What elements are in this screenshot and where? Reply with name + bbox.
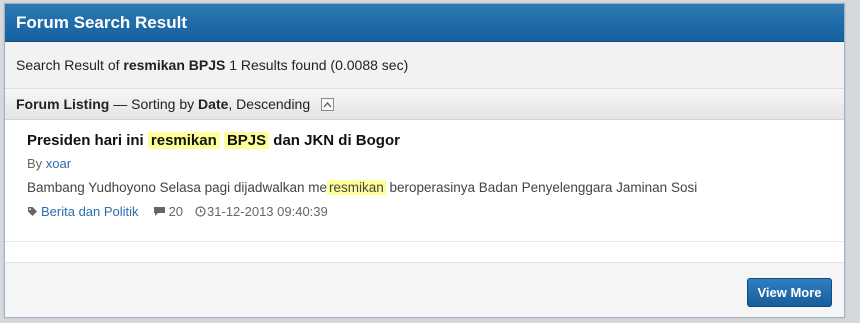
comment-icon [153,207,165,216]
result-item: Presiden hari ini resmikan BPJS dan JKN … [5,120,844,242]
result-title-link[interactable]: Presiden hari ini resmikan BPJS dan JKN … [27,131,822,151]
panel-footer: View More [5,263,844,317]
summary-prefix: Search Result of [16,57,120,73]
by-label: By [27,156,43,171]
title-highlight: resmikan [147,132,220,149]
snippet-highlight: resmikan [326,180,386,195]
clock-icon [195,206,206,217]
forum-listing-bar: Forum Listing — Sorting by Date, Descend… [5,89,844,120]
tag-icon [28,207,37,216]
category-link[interactable]: Berita dan Politik [41,203,139,220]
panel-header: Forum Search Result [5,4,844,42]
date-item: 31-12-2013 09:40:39 [195,203,328,220]
title-text: dan JKN di Bogor [273,132,400,149]
replies-item: 20 [153,203,183,220]
author-link[interactable]: xoar [46,156,71,171]
listing-label: Forum Listing [16,96,110,112]
title-text: Presiden hari ini [27,132,144,149]
result-meta: Berita dan Politik 20 31-12-2013 09:40:3… [27,203,822,220]
sort-separator: — Sorting by [113,96,195,112]
search-result-panel: Forum Search Result Search Result of res… [4,3,845,318]
view-more-button[interactable]: View More [747,278,832,307]
search-term: resmikan BPJS [123,57,226,73]
post-date: 31-12-2013 09:40:39 [207,204,328,219]
result-count: 1 Results found (0.0088 sec) [229,57,409,73]
chevron-up-icon [323,101,332,107]
reply-count: 20 [168,204,184,219]
sort-toggle-button[interactable] [321,97,335,111]
divider [5,242,844,263]
category-item: Berita dan Politik [27,203,139,220]
title-highlight: BPJS [223,132,270,149]
result-snippet: Bambang Yudhoyono Selasa pagi dijadwalka… [27,179,822,197]
panel-title: Forum Search Result [16,12,187,32]
snippet-text: Bambang Yudhoyono Selasa pagi dijadwalka… [27,180,327,195]
byline: By xoar [27,155,822,172]
sort-order: , Descending [228,96,311,112]
snippet-text: beroperasinya Badan Penyelenggara Jamina… [389,180,698,195]
sort-field: Date [198,96,229,112]
search-summary: Search Result of resmikan BPJS 1 Results… [5,42,844,89]
